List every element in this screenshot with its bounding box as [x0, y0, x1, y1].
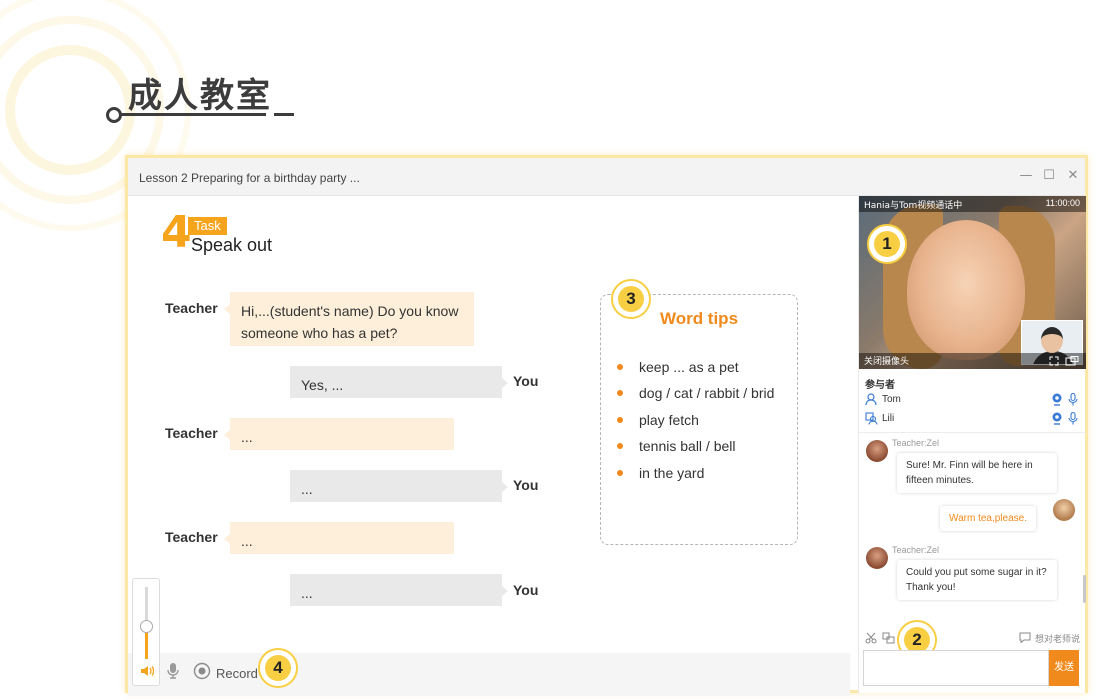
- microphone-icon[interactable]: [166, 662, 180, 680]
- chat-message: Sure! Mr. Finn will be here in fifteen m…: [897, 453, 1057, 493]
- speech-bubble-icon: [1019, 632, 1031, 643]
- send-button[interactable]: 发送: [1049, 650, 1079, 686]
- close-icon[interactable]: ✕: [1064, 167, 1082, 185]
- maximize-icon[interactable]: ☐: [1040, 167, 1058, 185]
- word-tip-item: play fetch: [615, 410, 774, 436]
- teacher-face: [907, 220, 1025, 360]
- chat-message-mine: Warm tea,please.: [940, 506, 1036, 531]
- teacher-bubble: Hi,...(student's name) Do you know someo…: [224, 292, 474, 346]
- teacher-avatar: [866, 547, 888, 569]
- chat-scrollbar[interactable]: [1083, 575, 1086, 603]
- task-subtitle: Speak out: [191, 235, 273, 255]
- word-tips-list: keep ... as a pet dog / cat / rabbit / b…: [615, 357, 774, 489]
- chat-sender: Teacher:Zel: [892, 545, 940, 555]
- record-label[interactable]: Record: [216, 666, 258, 681]
- teacher-bubble: ...: [224, 522, 454, 554]
- mic-status-icon[interactable]: [1068, 393, 1078, 406]
- mic-status-icon[interactable]: [1068, 412, 1078, 425]
- participant-name: Tom: [882, 394, 901, 405]
- you-bubble: Yes, ...: [290, 366, 508, 398]
- callout-badge-1: 1: [867, 224, 907, 264]
- page-heading: 成人教室: [128, 76, 272, 116]
- video-timer: 11:00:00: [1045, 198, 1080, 208]
- heading-dash-decoration: [274, 113, 294, 116]
- user-icon: [865, 393, 877, 406]
- participants-title: 参与者: [865, 380, 895, 391]
- word-tips-box: Word tips keep ... as a pet dog / cat / …: [600, 294, 798, 545]
- teacher-avatar: [866, 440, 888, 462]
- record-icon[interactable]: [193, 662, 211, 680]
- word-tip-item: keep ... as a pet: [615, 357, 774, 383]
- student-avatar: [1053, 499, 1075, 521]
- heading-underline: [118, 113, 266, 116]
- chat-toolbar: 想对老师说: [859, 628, 1086, 648]
- you-bubble: ...: [290, 574, 508, 606]
- lesson-slide: 4 Task Speak out Teacher Hi,...(student'…: [128, 196, 850, 691]
- speaker-label: You: [513, 477, 539, 493]
- chat-message: Could you put some sugar in it? Thank yo…: [897, 560, 1057, 600]
- speaker-label: Teacher: [165, 529, 218, 545]
- callout-badge-4: 4: [258, 648, 298, 688]
- window-title: Lesson 2 Preparing for a birthday party …: [139, 171, 360, 185]
- you-bubble: ...: [290, 470, 508, 502]
- participant-item[interactable]: Tom: [865, 391, 1079, 409]
- classroom-window: Lesson 2 Preparing for a birthday party …: [125, 155, 1088, 696]
- speaker-label: Teacher: [165, 300, 218, 316]
- switch-camera-icon[interactable]: [1065, 356, 1079, 366]
- camera-status-icon[interactable]: [1051, 393, 1063, 406]
- close-camera-button[interactable]: 关闭摄像头: [864, 354, 909, 367]
- fullscreen-icon[interactable]: [1049, 356, 1059, 366]
- speaker-label: You: [513, 373, 539, 389]
- volume-knob[interactable]: [140, 619, 153, 633]
- word-tip-item: tennis ball / bell: [615, 436, 774, 462]
- user-group-icon: [865, 412, 878, 425]
- video-caption: Hania与Tom视频通话中: [864, 201, 963, 211]
- teacher-video: Hania与Tom视频通话中 11:00:00 关闭摄像头: [859, 196, 1086, 369]
- participant-name: Lili: [882, 413, 895, 424]
- callout-badge-3: 3: [611, 279, 651, 319]
- participant-item[interactable]: Lili: [865, 410, 1079, 428]
- side-panel: Hania与Tom视频通话中 11:00:00 关闭摄像头 1 参与者 Tom …: [858, 196, 1086, 693]
- teacher-bubble: ...: [224, 418, 454, 450]
- chat-input[interactable]: [863, 650, 1049, 686]
- camera-status-icon[interactable]: [1051, 412, 1063, 425]
- task-tag: Task: [188, 217, 227, 235]
- speaker-label: Teacher: [165, 425, 218, 441]
- screenshot-icon[interactable]: [882, 632, 895, 644]
- word-tip-item: dog / cat / rabbit / brid: [615, 383, 774, 409]
- title-bar: Lesson 2 Preparing for a birthday party …: [128, 158, 1085, 196]
- scissors-icon[interactable]: [865, 632, 877, 644]
- ask-teacher-link[interactable]: 想对老师说: [1035, 632, 1080, 645]
- word-tip-item: in the yard: [615, 463, 774, 489]
- chat-history[interactable]: Teacher:Zel Sure! Mr. Finn will be here …: [859, 432, 1086, 628]
- minimize-icon[interactable]: —: [1017, 167, 1035, 185]
- speaker-icon[interactable]: [139, 663, 155, 679]
- volume-slider[interactable]: [132, 578, 160, 686]
- heading-circle-decoration: [106, 107, 122, 123]
- speaker-label: You: [513, 582, 539, 598]
- chat-sender: Teacher:Zel: [892, 438, 940, 448]
